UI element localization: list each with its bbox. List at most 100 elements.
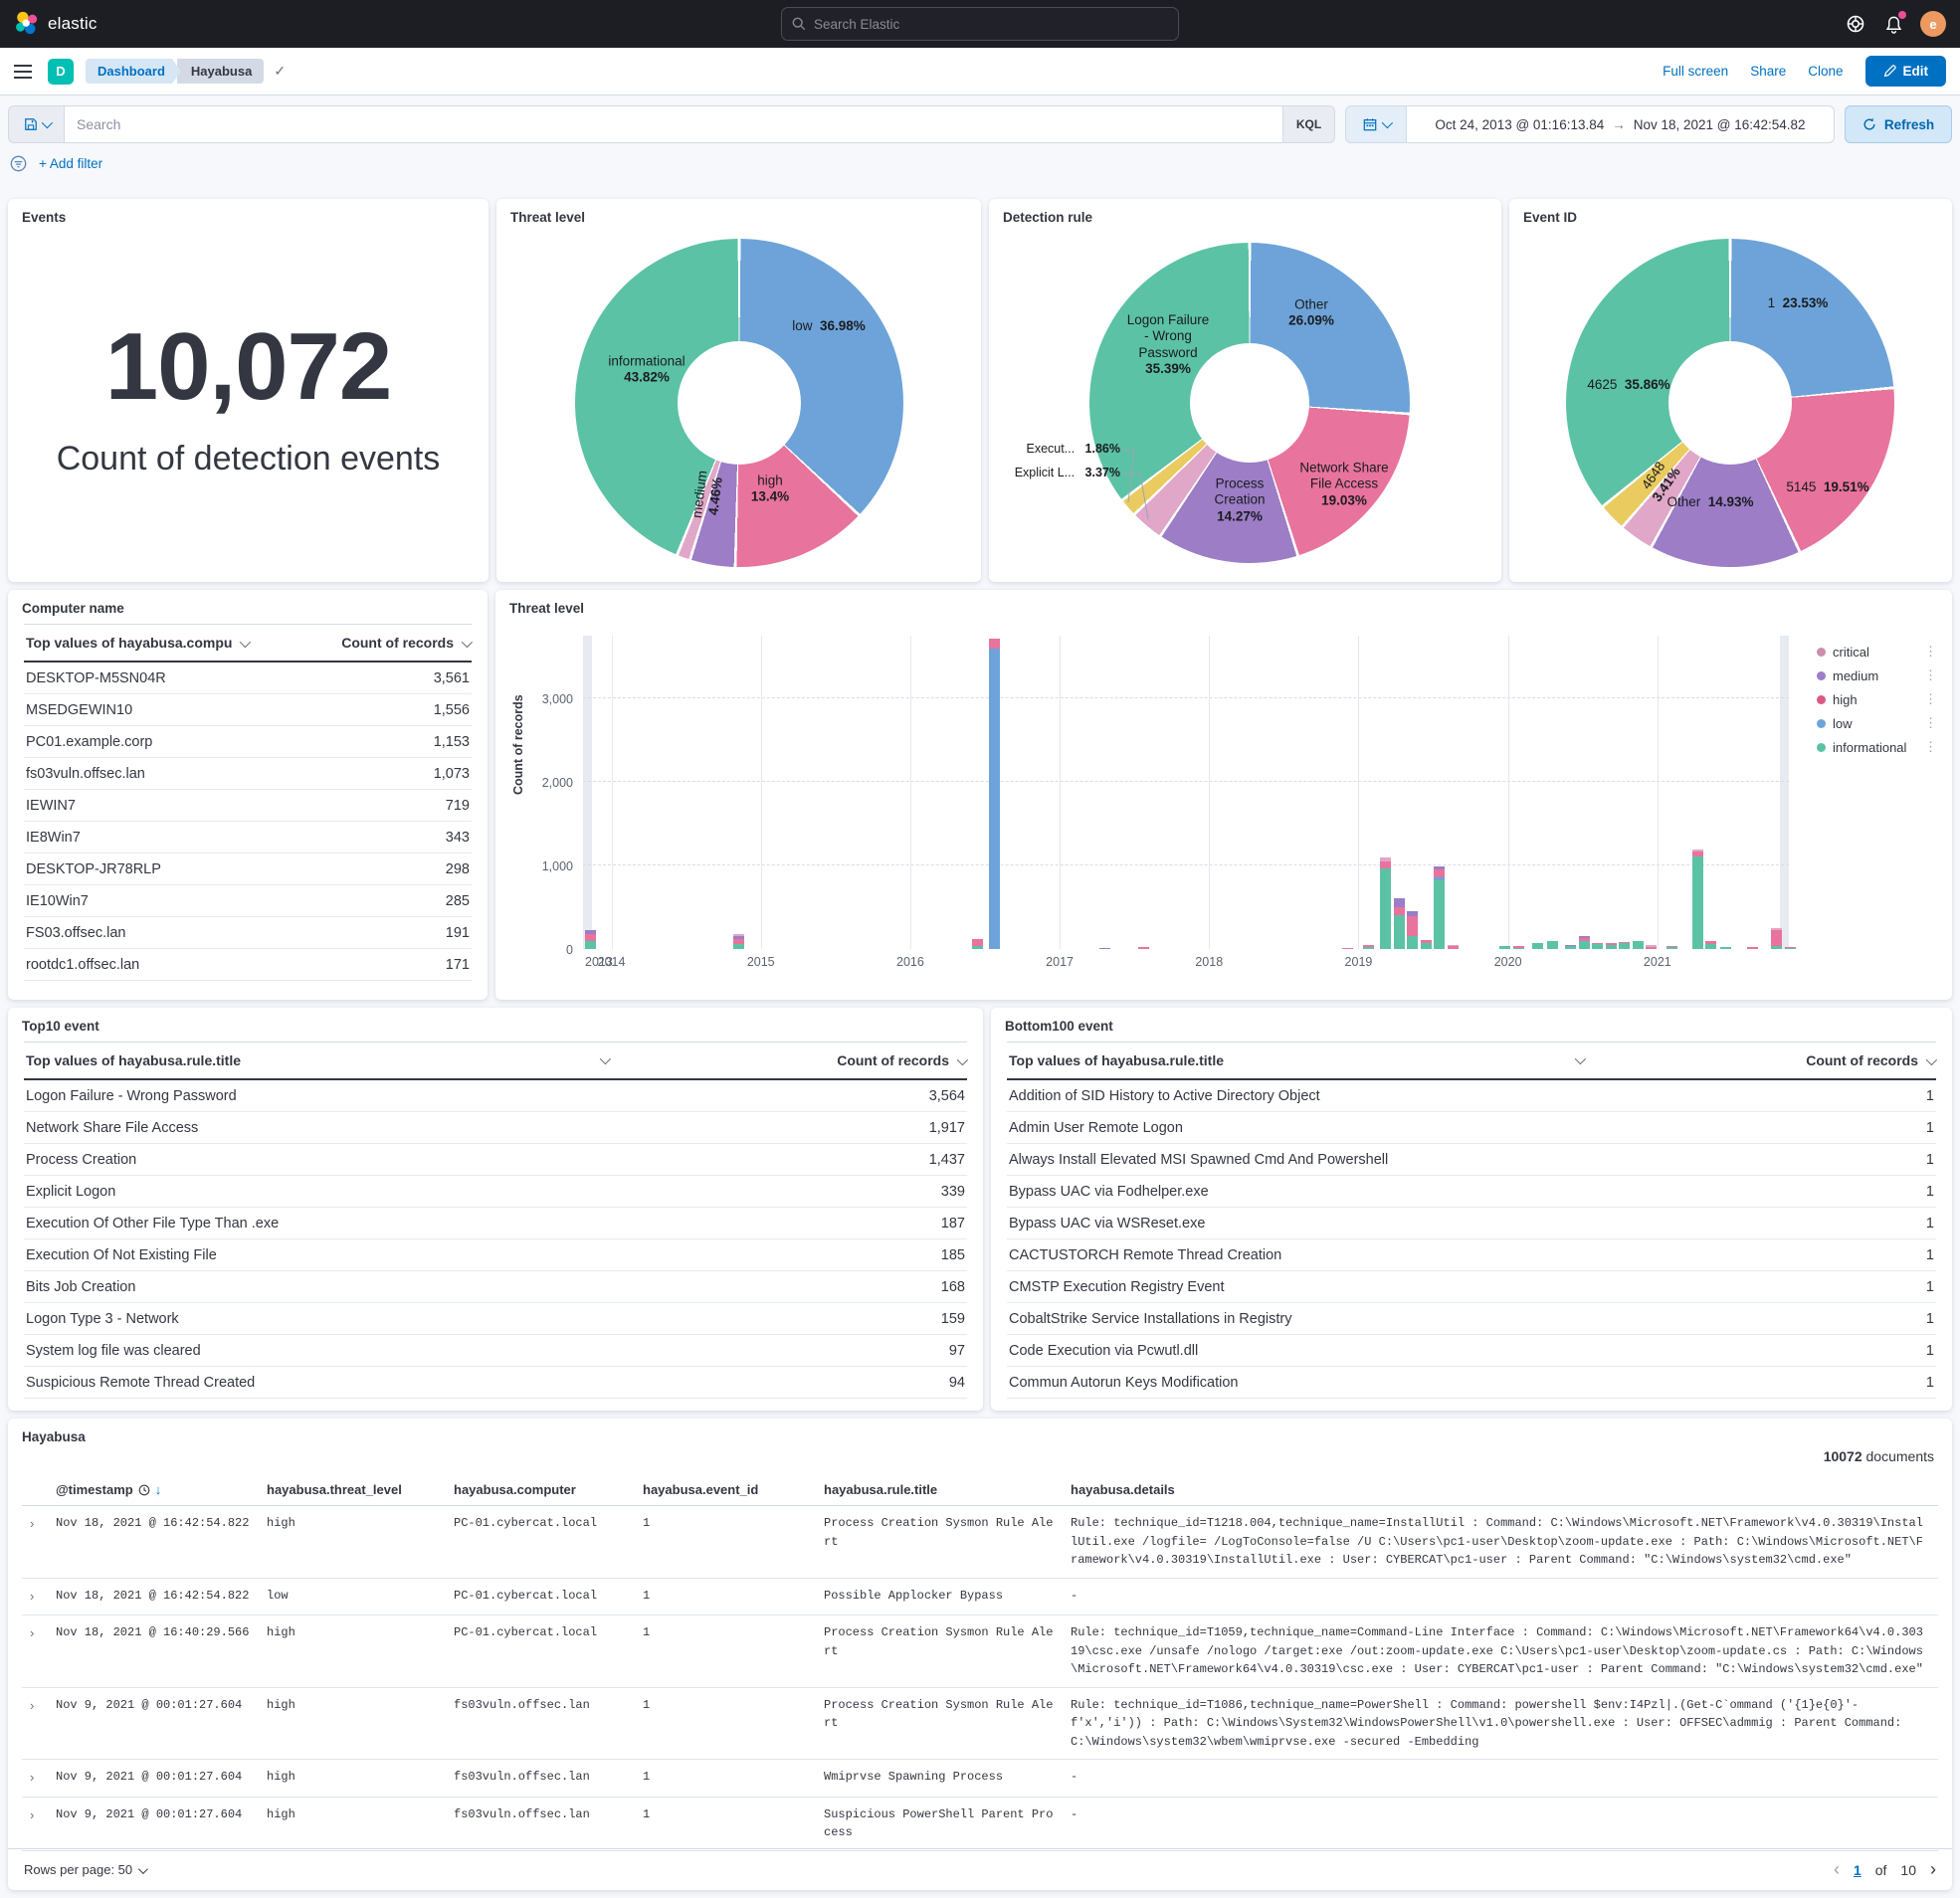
bar-segment-high[interactable] — [1646, 947, 1657, 949]
bar-segment-informational[interactable] — [1771, 946, 1782, 949]
column-header-values[interactable]: Top values of hayabusa.compu — [26, 635, 248, 651]
expand-row-icon[interactable]: › — [22, 1768, 56, 1788]
bar-segment-medium[interactable] — [585, 930, 596, 935]
count-cell[interactable]: 1 — [1926, 1343, 1934, 1359]
value-cell[interactable]: DESKTOP-M5SN04R — [26, 670, 166, 686]
bar-segment-informational[interactable] — [733, 944, 744, 949]
rows-per-page-button[interactable]: Rows per page: 50 — [24, 1862, 145, 1877]
bar-segment-medium[interactable] — [1394, 898, 1405, 908]
value-cell[interactable]: Addition of SID History to Active Direct… — [1009, 1088, 1320, 1104]
count-cell[interactable]: 339 — [941, 1184, 965, 1200]
top10-event-row[interactable]: Suspicious Remote Thread Created94 — [24, 1367, 967, 1399]
count-cell[interactable]: 719 — [446, 798, 470, 814]
top10-event-row[interactable]: Network Share File Access1,917 — [24, 1112, 967, 1144]
value-cell[interactable]: Explicit Logon — [26, 1184, 115, 1200]
count-cell[interactable]: 1 — [1926, 1311, 1934, 1327]
value-cell[interactable]: Admin User Remote Logon — [1009, 1120, 1183, 1136]
bar-segment-critical[interactable] — [1646, 945, 1657, 947]
expand-row-icon[interactable]: › — [22, 1696, 56, 1716]
top10-event-row[interactable]: Logon Failure - Wrong Password3,564 — [24, 1080, 967, 1112]
computer-name-row[interactable]: rootdc1.offsec.lan171 — [24, 949, 472, 981]
doc-column-header[interactable]: hayabusa.threat_level — [267, 1482, 454, 1497]
bar-segment-low[interactable] — [1434, 877, 1445, 880]
bar-segment-critical[interactable] — [1692, 850, 1703, 853]
legend-options-icon[interactable]: ⋮ — [1924, 715, 1938, 731]
bar-segment-high[interactable] — [1692, 852, 1703, 856]
value-cell[interactable]: Execution Of Not Existing File — [26, 1247, 217, 1263]
bottom100-event-row[interactable]: Commun Autorun Keys Modification1 — [1007, 1367, 1936, 1399]
legend-options-icon[interactable]: ⋮ — [1924, 644, 1938, 660]
bar-segment-high[interactable] — [1513, 946, 1524, 948]
legend-options-icon[interactable]: ⋮ — [1924, 691, 1938, 707]
breadcrumb-page[interactable]: Hayabusa — [177, 59, 264, 84]
bar-segment-high[interactable] — [989, 639, 1000, 648]
value-cell[interactable]: CMSTP Execution Registry Event — [1009, 1279, 1225, 1295]
bar-segment-high[interactable] — [1606, 943, 1617, 945]
bar-segment-high[interactable] — [1619, 942, 1630, 944]
bar-segment-informational[interactable] — [1720, 947, 1731, 949]
bar-segment-high[interactable] — [1380, 861, 1391, 868]
bar-segment-informational[interactable] — [1434, 880, 1445, 949]
value-cell[interactable]: Bits Job Creation — [26, 1279, 135, 1295]
date-to[interactable]: Nov 18, 2021 @ 16:42:54.82 — [1634, 117, 1806, 132]
full-screen-link[interactable]: Full screen — [1663, 64, 1728, 79]
bottom100-event-row[interactable]: CACTUSTORCH Remote Thread Creation1 — [1007, 1239, 1936, 1271]
bar-segment-medium[interactable] — [1579, 936, 1590, 938]
top10-event-row[interactable]: Execution Of Not Existing File185 — [24, 1239, 967, 1271]
bar-segment-informational[interactable] — [1565, 946, 1576, 949]
count-cell[interactable]: 1,073 — [434, 766, 470, 782]
value-cell[interactable]: Logon Failure - Wrong Password — [26, 1088, 237, 1104]
value-cell[interactable]: IEWIN7 — [26, 798, 76, 814]
bottom100-event-row[interactable]: Addition of SID History to Active Direct… — [1007, 1080, 1936, 1112]
computer-name-row[interactable]: IE10Win7285 — [24, 885, 472, 917]
notifications-bell-icon[interactable] — [1882, 13, 1904, 35]
bar-segment-high[interactable] — [1705, 941, 1716, 944]
expand-row-icon[interactable]: › — [22, 1623, 56, 1643]
query-language-button[interactable]: KQL — [1283, 105, 1335, 143]
bar-segment-informational[interactable] — [1579, 941, 1590, 949]
count-cell[interactable]: 168 — [941, 1279, 965, 1295]
value-cell[interactable]: System log file was cleared — [26, 1343, 201, 1359]
value-cell[interactable]: PC01.example.corp — [26, 734, 152, 750]
value-cell[interactable]: IE10Win7 — [26, 893, 89, 909]
column-header-count[interactable]: Count of records — [837, 1052, 965, 1068]
bar-plot-area[interactable]: 01,0002,0003,000201320142015201620172018… — [583, 636, 1789, 949]
bottom100-event-row[interactable]: Bypass UAC via WSReset.exe1 — [1007, 1208, 1936, 1239]
bar-segment-informational[interactable] — [1592, 944, 1603, 949]
doc-column-header[interactable]: @timestamp ↓ — [56, 1482, 267, 1497]
legend-item-medium[interactable]: medium⋮ — [1817, 664, 1938, 687]
top10-event-row[interactable]: Execution Of Other File Type Than .exe18… — [24, 1208, 967, 1239]
doc-column-header[interactable]: hayabusa.details — [1071, 1482, 1938, 1497]
count-cell[interactable]: 97 — [949, 1343, 965, 1359]
bar-segment-high[interactable] — [972, 939, 983, 946]
value-cell[interactable]: CobaltStrike Service Installations in Re… — [1009, 1311, 1291, 1327]
bar-segment-high[interactable] — [733, 939, 744, 945]
previous-page-button[interactable]: ‹ — [1834, 1859, 1840, 1880]
count-cell[interactable]: 1 — [1926, 1184, 1934, 1200]
bar-segment-informational[interactable] — [1606, 945, 1617, 949]
value-cell[interactable]: Always Install Elevated MSI Spawned Cmd … — [1009, 1152, 1388, 1168]
count-cell[interactable]: 3,561 — [434, 670, 470, 686]
bar-segment-informational[interactable] — [1692, 856, 1703, 949]
bar-segment-high[interactable] — [1785, 947, 1796, 949]
expand-row-icon[interactable]: › — [22, 1805, 56, 1825]
value-cell[interactable]: Suspicious Remote Thread Created — [26, 1375, 255, 1391]
column-header-count[interactable]: Count of records — [341, 635, 470, 651]
bar-segment-low[interactable] — [989, 649, 1000, 949]
bar-segment-informational[interactable] — [1666, 947, 1677, 949]
expand-row-icon[interactable]: › — [22, 1587, 56, 1607]
value-cell[interactable]: MSEDGEWIN10 — [26, 702, 132, 718]
bar-segment-informational[interactable] — [1547, 941, 1558, 949]
count-cell[interactable]: 1 — [1926, 1375, 1934, 1391]
legend-item-high[interactable]: high⋮ — [1817, 687, 1938, 711]
value-cell[interactable]: CACTUSTORCH Remote Thread Creation — [1009, 1247, 1281, 1263]
legend-item-critical[interactable]: critical⋮ — [1817, 640, 1938, 664]
legend-options-icon[interactable]: ⋮ — [1924, 739, 1938, 755]
bar-segment-high[interactable] — [1592, 943, 1603, 945]
computer-name-row[interactable]: PC01.example.corp1,153 — [24, 726, 472, 758]
value-cell[interactable]: Bypass UAC via WSReset.exe — [1009, 1216, 1205, 1232]
bar-segment-high[interactable] — [1771, 930, 1782, 946]
count-cell[interactable]: 171 — [446, 957, 470, 973]
date-range[interactable]: Oct 24, 2013 @ 01:16:13.84 → Nov 18, 202… — [1407, 105, 1835, 143]
add-filter-button[interactable]: + Add filter — [39, 156, 102, 171]
